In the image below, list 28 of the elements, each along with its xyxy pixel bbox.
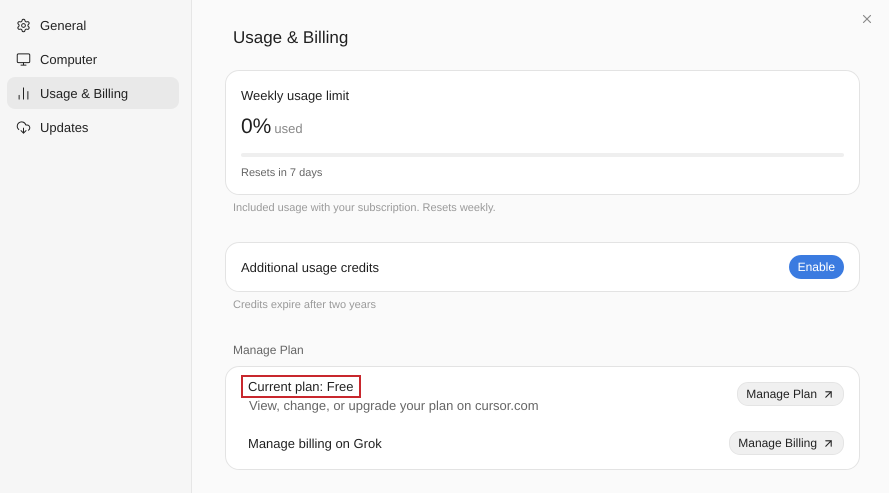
sidebar-item[interactable]: Updates bbox=[7, 111, 179, 143]
credits-note: Credits expire after two years bbox=[233, 299, 378, 311]
sidebar-label: Usage & Billing bbox=[40, 86, 128, 100]
credits-label: Additional usage credits bbox=[241, 260, 380, 274]
plan-row-title: Manage billing on Grok bbox=[247, 434, 383, 453]
sidebar-label: General bbox=[40, 18, 86, 32]
usage-percent: 0% bbox=[241, 115, 272, 138]
sidebar-item[interactable]: Computer bbox=[7, 43, 179, 75]
close-icon[interactable] bbox=[860, 12, 874, 26]
manage-button[interactable]: Manage Billing bbox=[729, 431, 844, 455]
section-heading: Manage Plan bbox=[233, 343, 305, 357]
manage-button[interactable]: Manage Plan bbox=[737, 382, 844, 406]
enable-button[interactable]: Enable bbox=[788, 255, 844, 279]
reset-text: Resets in 7 days bbox=[241, 167, 324, 179]
monitor-icon bbox=[16, 52, 31, 66]
plan-row-subtitle: View, change, or upgrade your plan on cursor.com bbox=[249, 398, 539, 413]
plan-row-title: Current plan: Free bbox=[241, 375, 360, 398]
gear-icon bbox=[16, 18, 31, 32]
cloud-download-icon bbox=[16, 120, 31, 134]
card-title: Weekly usage limit bbox=[241, 88, 350, 103]
usage-note: Included usage with your subscription. Resets weekly. bbox=[233, 202, 497, 214]
page-title: Usage & Billing bbox=[233, 28, 350, 48]
bar-chart-icon bbox=[16, 86, 31, 100]
sidebar-item[interactable]: General bbox=[7, 9, 179, 41]
sidebar-label: Updates bbox=[40, 120, 88, 134]
sidebar-item[interactable]: Usage & Billing bbox=[7, 77, 179, 109]
usage-unit: used bbox=[274, 121, 303, 136]
sidebar-label: Computer bbox=[40, 52, 98, 66]
